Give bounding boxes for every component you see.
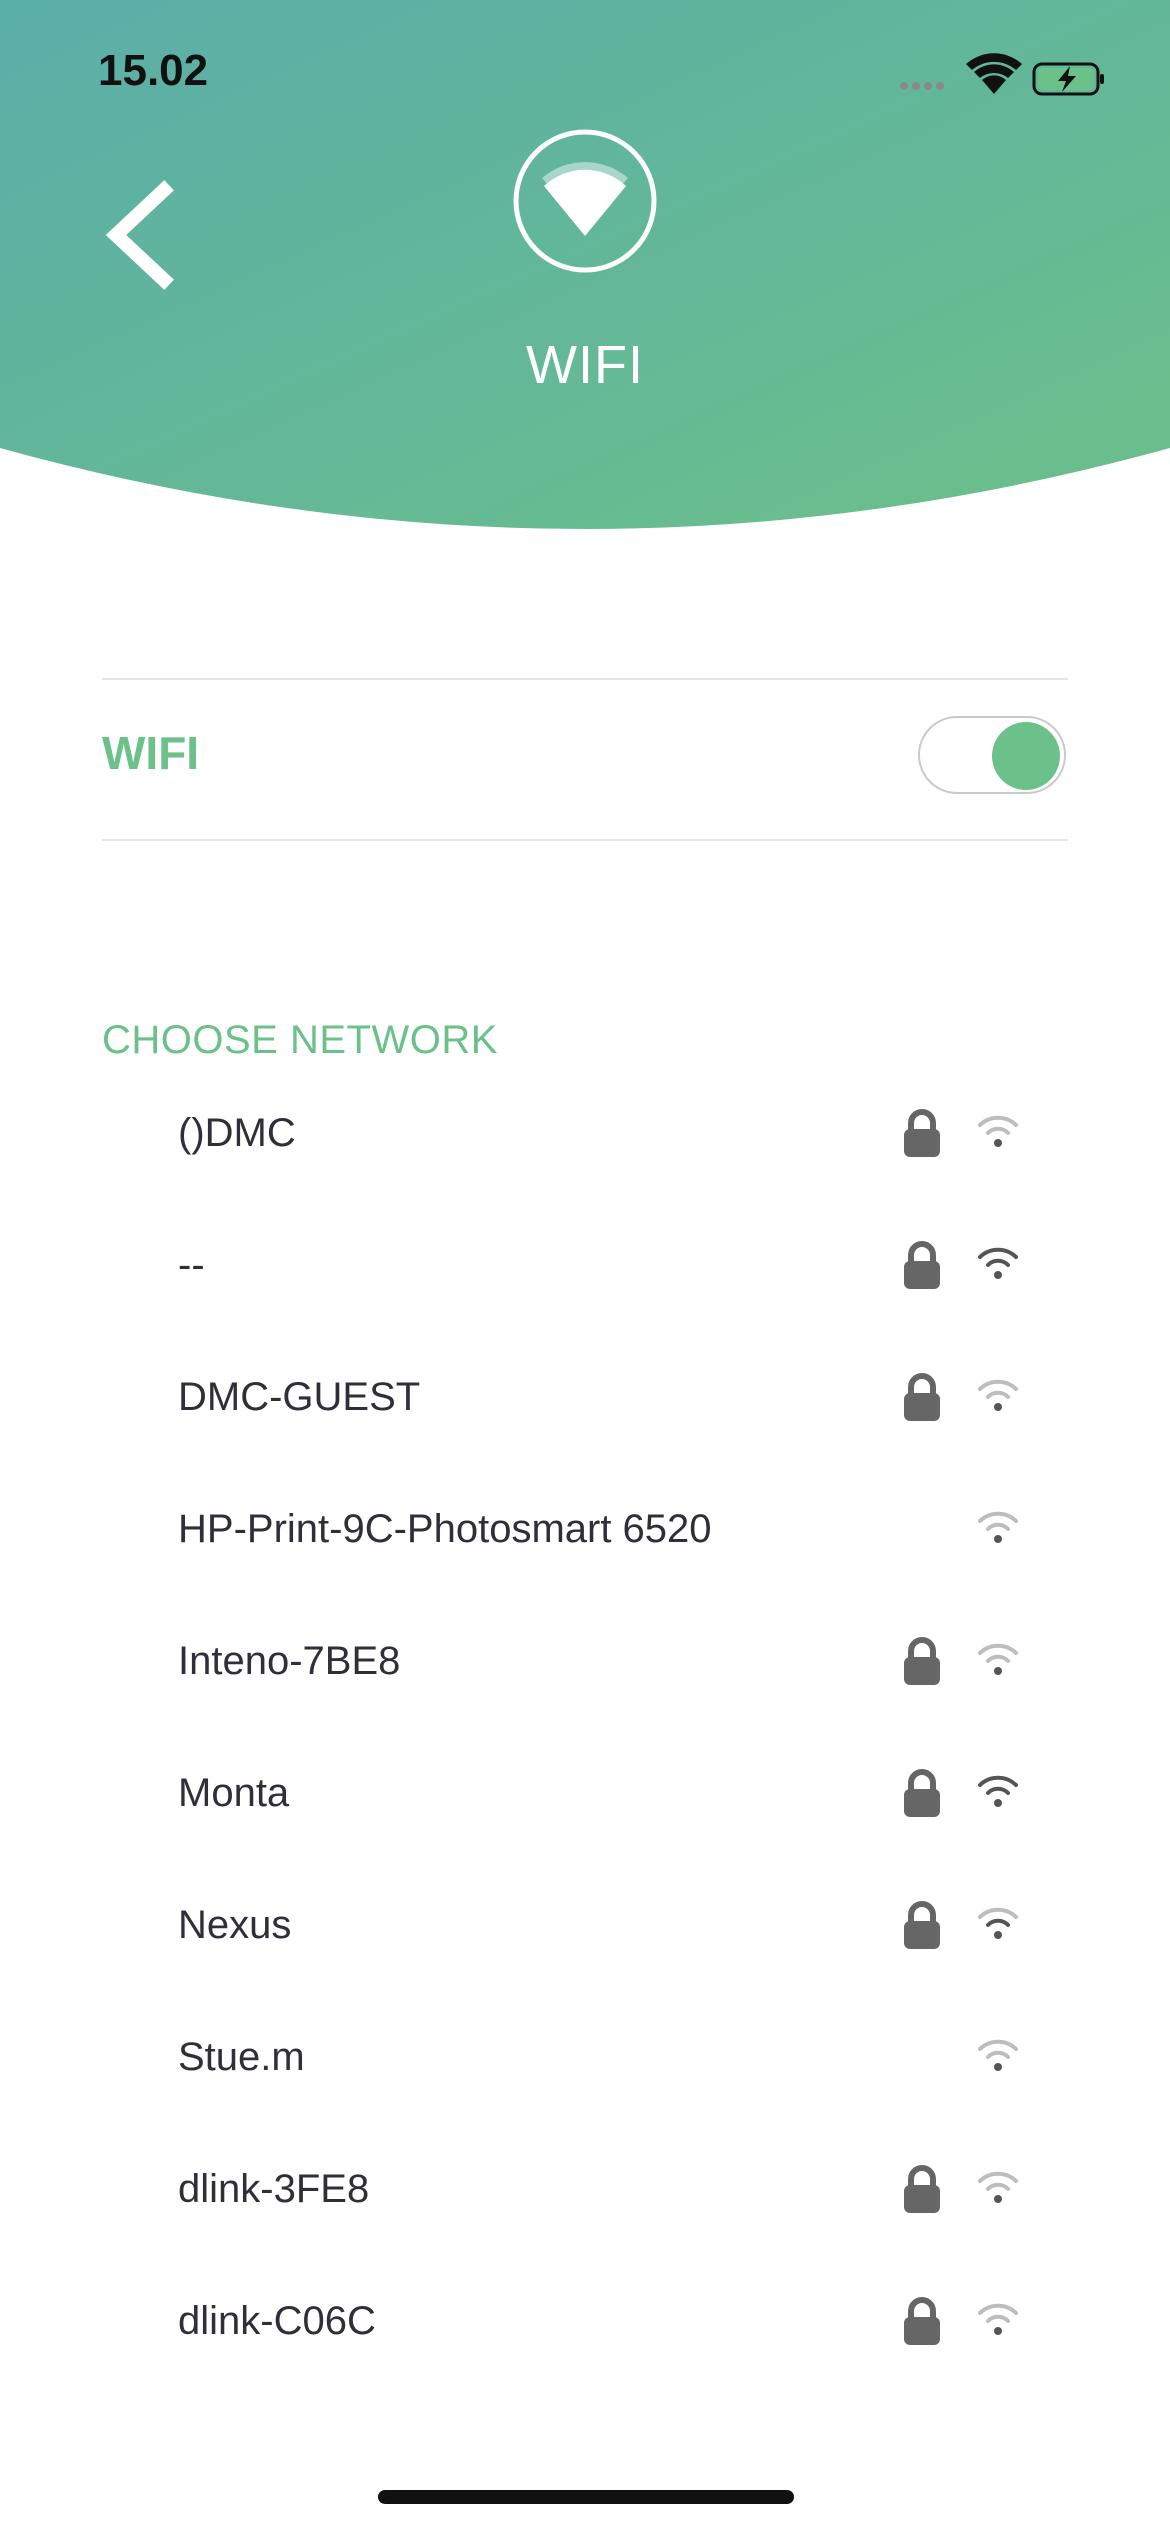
network-row[interactable]: dlink-C06C: [0, 2263, 1170, 2395]
wifi-status-icon: [966, 53, 1022, 94]
lock-icon: [900, 1901, 944, 1954]
header: 15.02 WIFI: [0, 0, 1170, 560]
network-name: Stue.m: [178, 2035, 305, 2079]
network-row[interactable]: --: [0, 1207, 1170, 1339]
wifi-toggle[interactable]: [918, 716, 1066, 794]
wifi-icon: [542, 162, 628, 236]
network-row[interactable]: Nexus: [0, 1867, 1170, 1999]
chevron-left-icon: [105, 180, 174, 290]
lock-icon: [900, 1769, 944, 1822]
network-name: ()DMC: [178, 1111, 296, 1155]
battery-charging-icon: [1032, 62, 1104, 96]
toggle-knob: [992, 722, 1060, 790]
wifi-setting-label: WIFI: [102, 727, 200, 779]
network-name: Monta: [178, 1771, 290, 1815]
home-indicator: [378, 2490, 794, 2504]
wifi-signal-icon: [976, 1905, 1020, 1946]
network-name: DMC-GUEST: [178, 1375, 421, 1419]
wifi-signal-icon: [976, 1377, 1020, 1418]
back-button[interactable]: [98, 180, 178, 290]
wifi-signal-icon: [976, 2169, 1020, 2210]
divider-top: [102, 678, 1068, 680]
lock-icon: [900, 1241, 944, 1294]
status-time: 15.02: [98, 46, 209, 95]
wifi-header-icon: [513, 129, 657, 273]
lock-icon: [900, 2165, 944, 2218]
network-row[interactable]: Monta: [0, 1735, 1170, 1867]
lock-icon: [900, 1109, 944, 1162]
network-row[interactable]: Stue.m: [0, 1999, 1170, 2131]
wifi-signal-icon: [976, 2301, 1020, 2342]
network-name: --: [178, 1243, 205, 1287]
wifi-signal-icon: [976, 1113, 1020, 1154]
network-row[interactable]: ()DMC: [0, 1075, 1170, 1207]
network-row[interactable]: DMC-GUEST: [0, 1339, 1170, 1471]
network-row[interactable]: HP-Print-9C-Photosmart 6520: [0, 1471, 1170, 1603]
network-row[interactable]: dlink-3FE8: [0, 2131, 1170, 2263]
choose-network-heading: CHOOSE NETWORK: [102, 1018, 498, 1062]
network-name: dlink-C06C: [178, 2299, 376, 2343]
lock-icon: [900, 1637, 944, 1690]
network-name: Nexus: [178, 1903, 292, 1947]
wifi-signal-icon: [976, 1245, 1020, 1286]
wifi-signal-icon: [976, 1641, 1020, 1682]
wifi-signal-icon: [976, 2037, 1020, 2078]
page-title: WIFI: [526, 335, 644, 395]
lock-icon: [900, 2297, 944, 2350]
network-name: Inteno-7BE8: [178, 1639, 401, 1683]
status-bar: 15.02: [0, 42, 1170, 112]
wifi-signal-icon: [976, 1773, 1020, 1814]
lock-icon: [900, 1373, 944, 1426]
divider-bottom: [102, 839, 1068, 841]
cellular-signal-icon: [900, 82, 944, 90]
status-icons: [894, 52, 1114, 109]
wifi-signal-icon: [976, 1509, 1020, 1550]
network-name: HP-Print-9C-Photosmart 6520: [178, 1507, 712, 1551]
network-name: dlink-3FE8: [178, 2167, 370, 2211]
network-row[interactable]: Inteno-7BE8: [0, 1603, 1170, 1735]
